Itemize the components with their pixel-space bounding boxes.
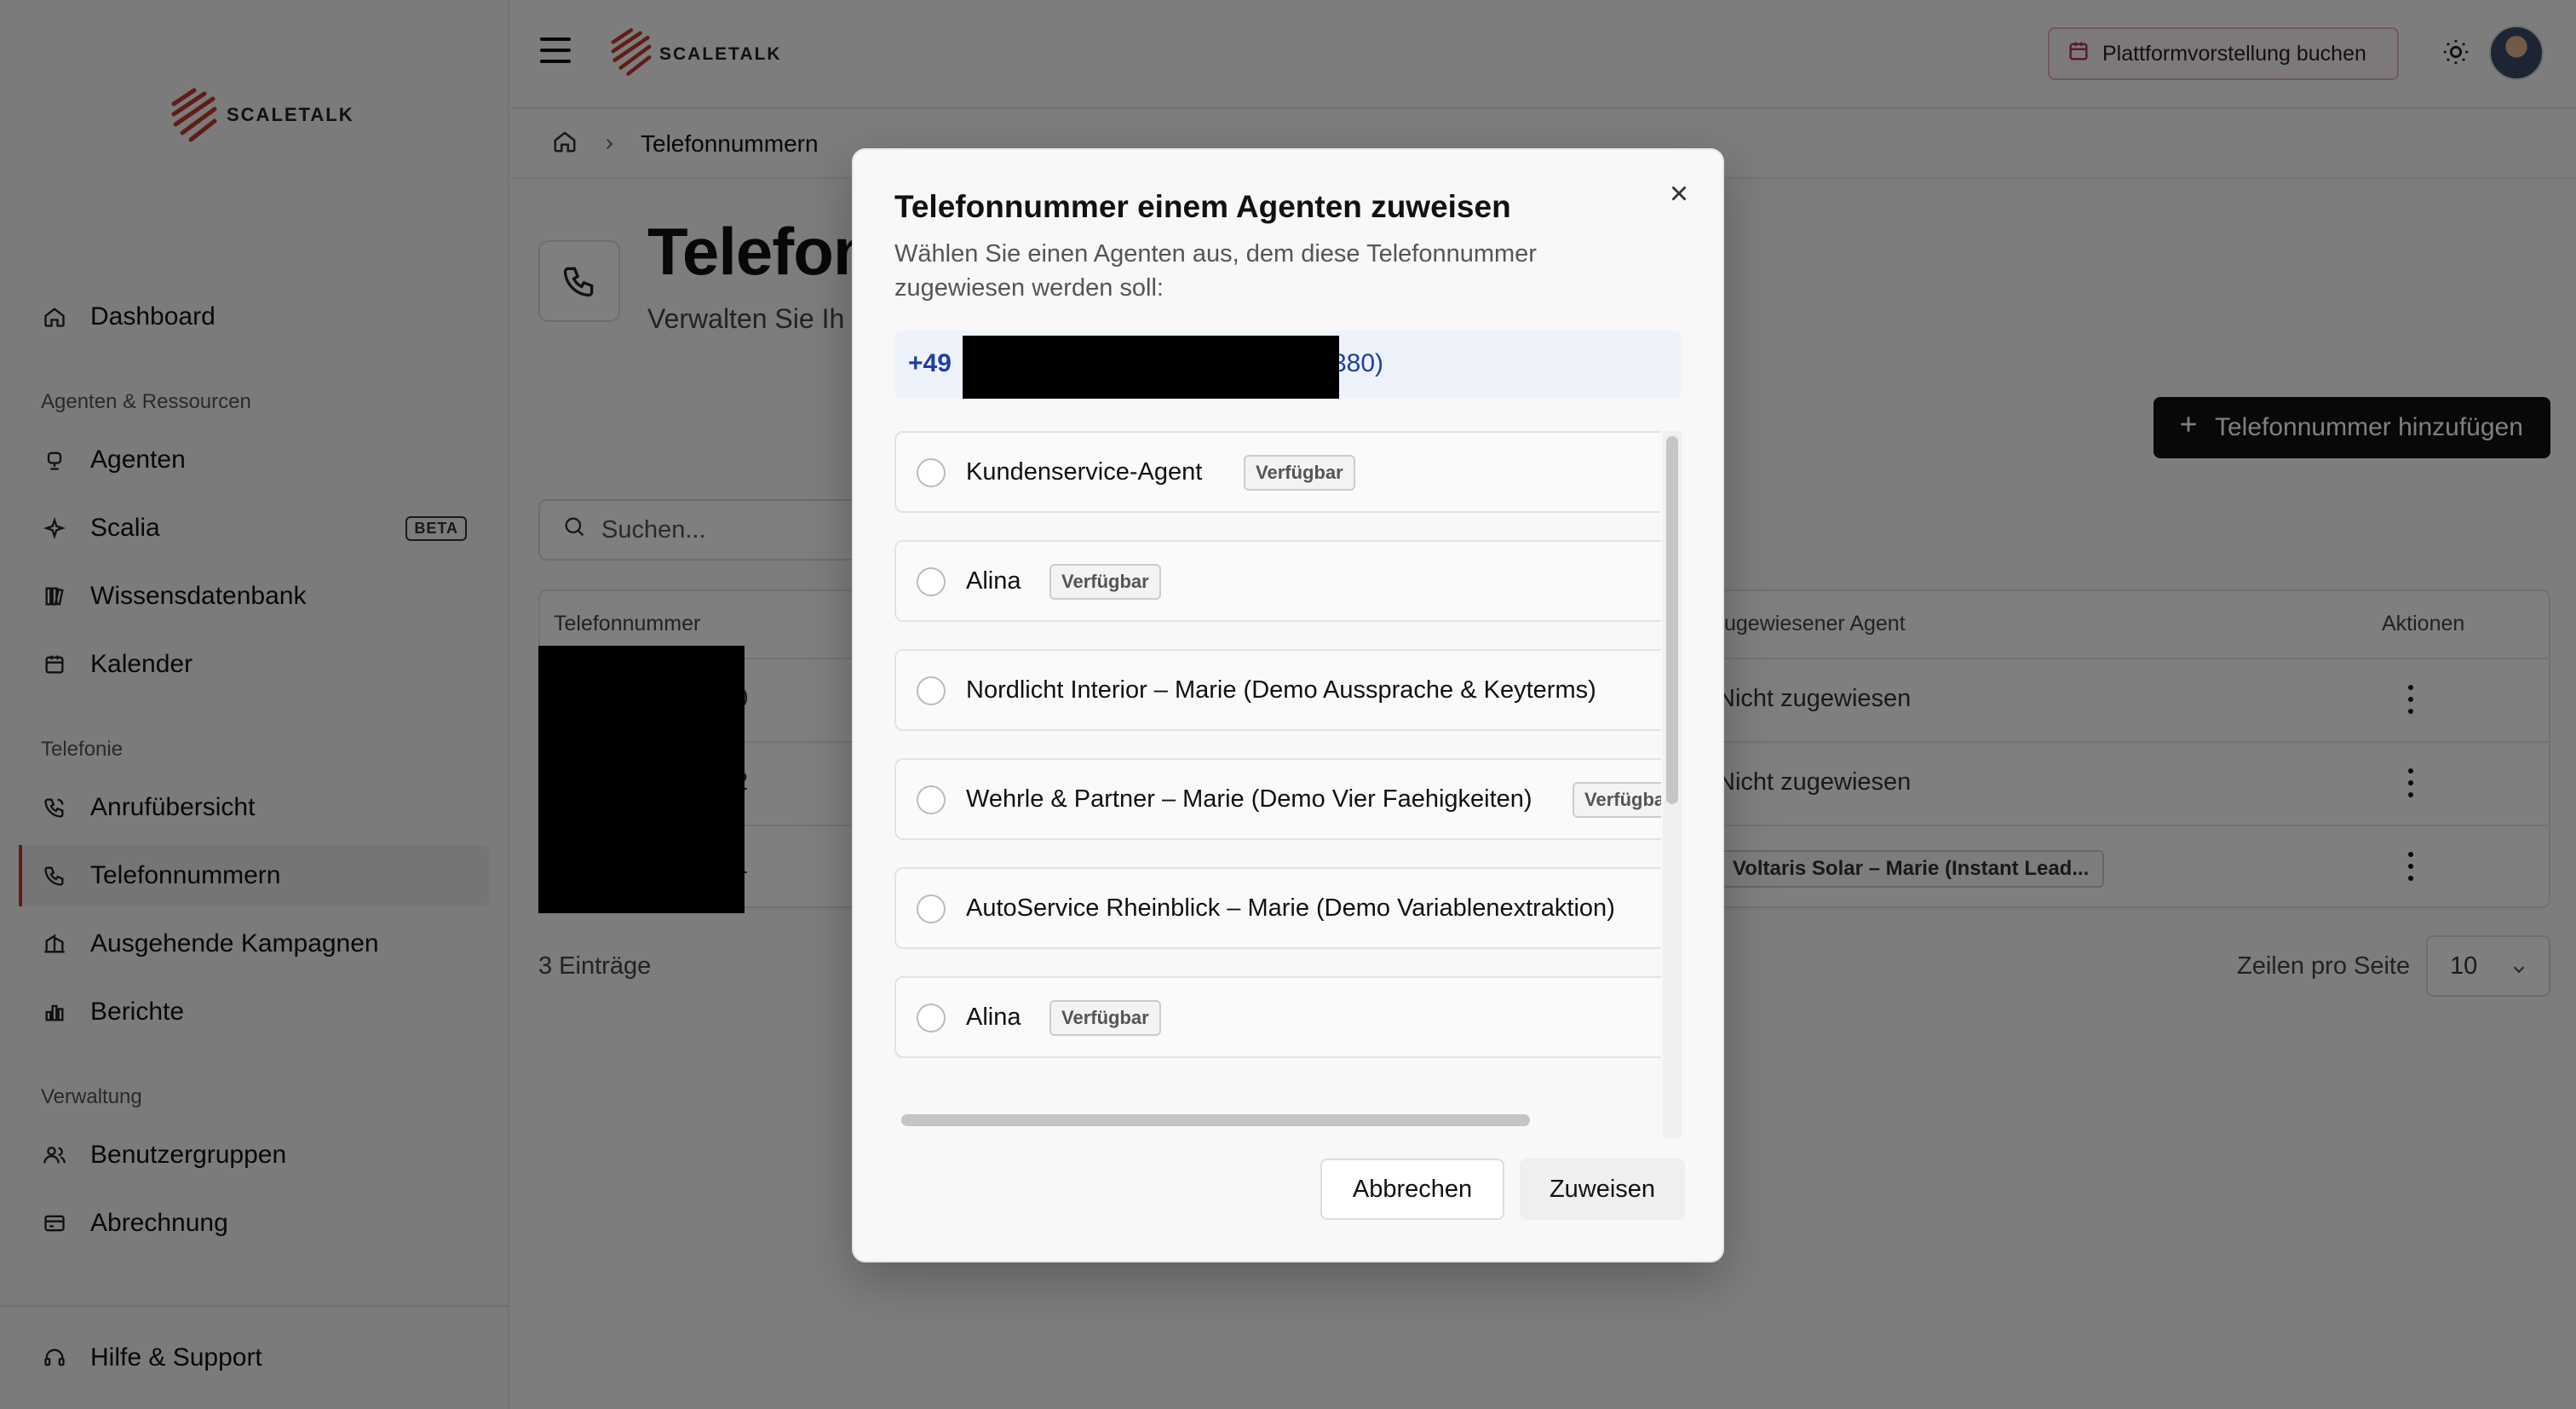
horizontal-scrollbar-thumb[interactable]: [901, 1114, 1530, 1126]
cancel-button[interactable]: Abbrechen: [1320, 1159, 1504, 1220]
status-badge: Verfügba: [1573, 782, 1661, 818]
vertical-scrollbar-thumb[interactable]: [1666, 436, 1678, 804]
agent-name: AutoService Rheinblick – Marie (Demo Var…: [966, 894, 1615, 922]
agent-option[interactable]: Wehrle & Partner – Marie (Demo Vier Faeh…: [894, 758, 1661, 840]
radio-button[interactable]: [917, 676, 946, 705]
agent-name: Kundenservice-Agent: [966, 458, 1203, 486]
phone-prefix: +49: [908, 349, 952, 377]
assign-button[interactable]: Zuweisen: [1520, 1159, 1685, 1220]
status-badge: Verfügbar: [1244, 455, 1355, 491]
agent-option[interactable]: Nordlicht Interior – Marie (Demo Ausspra…: [894, 649, 1661, 731]
radio-button[interactable]: [917, 567, 946, 596]
agent-option[interactable]: Alina Verfügbar: [894, 540, 1661, 622]
status-badge: Verfügbar: [1049, 564, 1161, 600]
agent-name: Nordlicht Interior – Marie (Demo Ausspra…: [966, 676, 1596, 704]
agent-list: Kundenservice-Agent Verfügbar Alina Verf…: [894, 431, 1661, 1106]
status-badge: Verfügbar: [1049, 1000, 1161, 1036]
agent-option[interactable]: AutoService Rheinblick – Marie (Demo Var…: [894, 867, 1661, 949]
agent-name: Wehrle & Partner – Marie (Demo Vier Faeh…: [966, 785, 1532, 813]
agent-name: Alina: [966, 567, 1021, 595]
dialog-description: Wählen Sie einen Agenten aus, dem diese …: [894, 240, 1537, 302]
radio-button[interactable]: [917, 1004, 946, 1032]
assign-agent-dialog: Telefonnummer einem Agenten zuweisen Wäh…: [852, 148, 1724, 1262]
radio-button[interactable]: [917, 785, 946, 814]
radio-button[interactable]: [917, 894, 946, 923]
agent-option[interactable]: Alina Verfügbar: [894, 976, 1661, 1058]
agent-option[interactable]: Kundenservice-Agent Verfügbar: [894, 431, 1661, 513]
agent-name: Alina: [966, 1004, 1021, 1031]
close-icon[interactable]: [1666, 181, 1692, 206]
radio-button[interactable]: [917, 458, 946, 487]
phone-suffix: 380): [1332, 349, 1384, 377]
selected-phone-number: +49 380): [894, 331, 1682, 399]
dialog-title: Telefonnummer einem Agenten zuweisen: [894, 189, 1511, 224]
redaction-block: [963, 336, 1339, 399]
